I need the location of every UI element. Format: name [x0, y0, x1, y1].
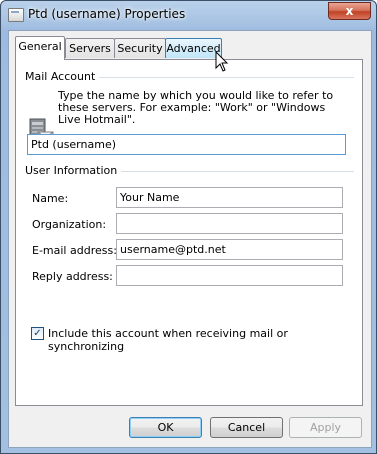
- properties-dialog: Ptd (username) Properties x General Serv…: [0, 0, 377, 454]
- close-button[interactable]: x: [328, 2, 371, 20]
- cancel-button[interactable]: Cancel: [210, 417, 283, 438]
- apply-button: Apply: [289, 417, 362, 438]
- account-name-input[interactable]: Ptd (username): [27, 134, 346, 155]
- user-info-group-title: User Information: [25, 164, 122, 177]
- general-tab-panel: Mail Account Type the name by which you …: [15, 59, 363, 406]
- tab-general[interactable]: General: [15, 36, 65, 60]
- mouse-pointer-icon: [215, 51, 229, 72]
- title-bar[interactable]: Ptd (username) Properties x: [1, 1, 376, 29]
- window-title: Ptd (username) Properties: [28, 7, 186, 21]
- organization-input[interactable]: [116, 213, 343, 234]
- email-label: E-mail address:: [32, 244, 117, 257]
- mail-account-group-title: Mail Account: [25, 70, 100, 83]
- include-account-label[interactable]: Include this account when receiving mail…: [48, 327, 362, 353]
- tab-security[interactable]: Security: [114, 38, 166, 58]
- reply-address-label: Reply address:: [32, 270, 113, 283]
- organization-label: Organization:: [32, 218, 107, 231]
- email-input[interactable]: username@ptd.net: [116, 239, 343, 260]
- reply-address-input[interactable]: [116, 265, 343, 286]
- dialog-body: General Servers Security Advanced Mail A…: [8, 30, 372, 448]
- mail-account-divider: [94, 77, 354, 78]
- tab-advanced[interactable]: Advanced: [165, 38, 222, 58]
- include-account-checkbox[interactable]: ✓: [31, 327, 44, 340]
- name-input[interactable]: Your Name: [116, 187, 343, 208]
- ok-button[interactable]: OK: [129, 417, 202, 438]
- mail-account-description: Type the name by which you would like to…: [58, 89, 334, 126]
- name-label: Name:: [32, 192, 69, 205]
- window-icon: [8, 8, 24, 22]
- tab-servers[interactable]: Servers: [65, 38, 115, 58]
- user-info-divider: [114, 171, 354, 172]
